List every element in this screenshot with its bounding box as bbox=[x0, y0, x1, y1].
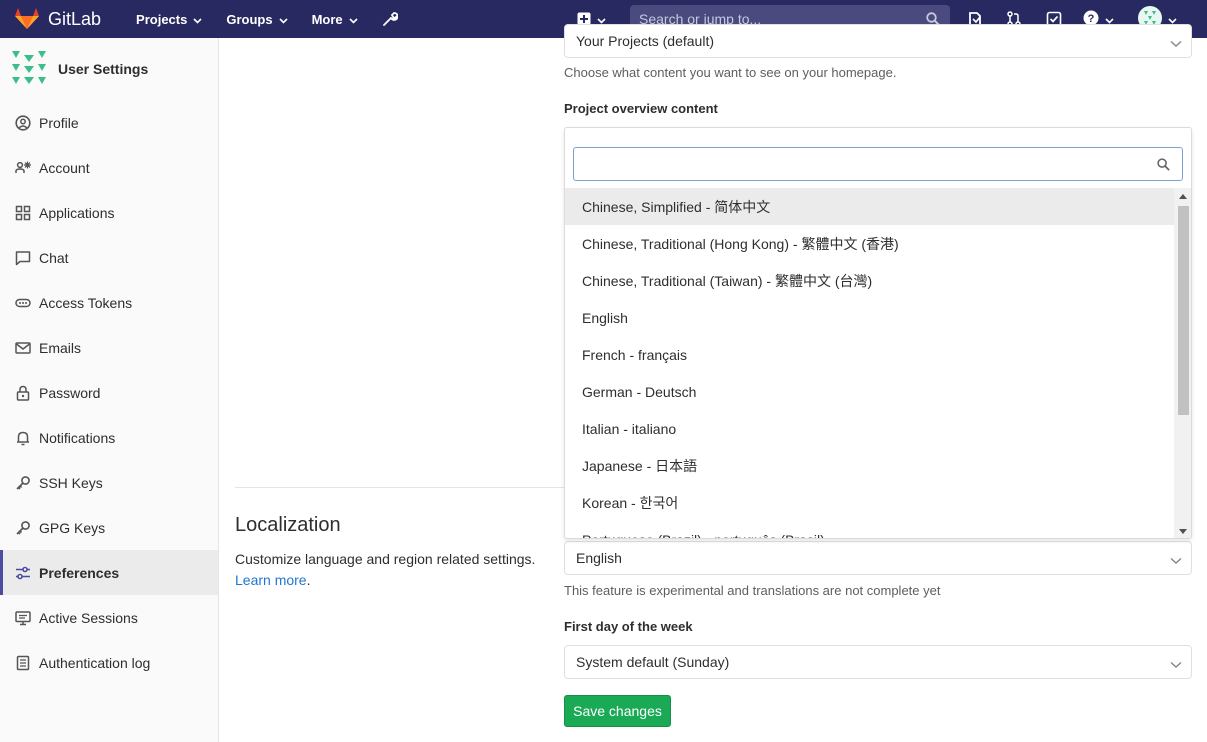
dropdown-options-list: Chinese, Simplified - 简体中文 Chinese, Trad… bbox=[565, 188, 1174, 539]
sidebar-title: User Settings bbox=[58, 61, 149, 77]
settings-sidebar: User Settings Profile Account Applicatio… bbox=[0, 38, 219, 742]
sidebar-item-label: Active Sessions bbox=[39, 609, 138, 626]
dropdown-scrollbar[interactable] bbox=[1174, 188, 1191, 538]
chevron-down-icon bbox=[193, 12, 202, 27]
sidebar-item-gpg-keys[interactable]: GPG Keys bbox=[0, 505, 218, 550]
chevron-down-icon bbox=[1170, 552, 1182, 568]
dropdown-option[interactable]: Korean - 한국어 bbox=[565, 484, 1174, 521]
sidebar-item-ssh-keys[interactable]: SSH Keys bbox=[0, 460, 218, 505]
sidebar-item-label: SSH Keys bbox=[39, 474, 103, 491]
sidebar-item-authentication-log[interactable]: Authentication log bbox=[0, 640, 218, 685]
sidebar-item-label: Emails bbox=[39, 339, 82, 356]
sidebar-item-label: Password bbox=[39, 384, 101, 401]
sidebar-item-label: Chat bbox=[39, 249, 69, 266]
sidebar-item-label: Authentication log bbox=[39, 654, 151, 671]
nav-projects-dropdown[interactable]: Projects bbox=[136, 0, 202, 38]
homepage-select[interactable]: Your Projects (default) bbox=[564, 24, 1192, 58]
search-icon bbox=[1157, 158, 1170, 174]
dropdown-option[interactable]: French - français bbox=[565, 336, 1174, 373]
user-settings-avatar-icon bbox=[10, 49, 48, 90]
bell-icon bbox=[15, 430, 31, 446]
sidebar-item-active-sessions[interactable]: Active Sessions bbox=[0, 595, 218, 640]
sidebar-item-label: Preferences bbox=[39, 564, 120, 581]
project-overview-label: Project overview content bbox=[564, 101, 718, 116]
nav-more-label: More bbox=[311, 11, 343, 27]
key-icon bbox=[15, 475, 31, 491]
sidebar-item-profile[interactable]: Profile bbox=[0, 100, 218, 145]
sidebar-item-account[interactable]: Account bbox=[0, 145, 218, 190]
scrollbar-thumb[interactable] bbox=[1178, 206, 1189, 415]
admin-wrench-icon[interactable] bbox=[382, 0, 398, 38]
nav-more-dropdown[interactable]: More bbox=[312, 0, 358, 38]
dropdown-option[interactable]: English bbox=[565, 299, 1174, 336]
token-icon bbox=[15, 295, 31, 311]
homepage-select-value: Your Projects (default) bbox=[576, 33, 714, 49]
gitlab-home-link[interactable]: GitLab bbox=[14, 0, 101, 38]
chevron-down-icon bbox=[1170, 35, 1182, 51]
sidebar-item-preferences[interactable]: Preferences bbox=[0, 550, 218, 595]
language-select[interactable]: English bbox=[564, 541, 1192, 575]
sidebar-item-label: Access Tokens bbox=[39, 294, 133, 311]
email-icon bbox=[15, 340, 31, 356]
dropdown-option[interactable]: Italian - italiano bbox=[565, 410, 1174, 447]
brand-name: GitLab bbox=[48, 8, 102, 29]
svg-text:?: ? bbox=[1088, 13, 1095, 25]
chevron-down-icon bbox=[279, 12, 288, 27]
first-day-label: First day of the week bbox=[564, 619, 693, 634]
sidebar-item-label: GPG Keys bbox=[39, 519, 106, 536]
sidebar-item-label: Notifications bbox=[39, 429, 116, 446]
sidebar-item-notifications[interactable]: Notifications bbox=[0, 415, 218, 460]
homepage-help-text: Choose what content you want to see on y… bbox=[564, 65, 897, 80]
account-icon bbox=[15, 160, 31, 176]
dropdown-option[interactable]: Japanese - 日本語 bbox=[565, 447, 1174, 484]
sidebar-item-emails[interactable]: Emails bbox=[0, 325, 218, 370]
dropdown-search-input[interactable] bbox=[573, 147, 1183, 181]
learn-more-link[interactable]: Learn more bbox=[235, 572, 307, 588]
sidebar-item-chat[interactable]: Chat bbox=[0, 235, 218, 280]
log-icon bbox=[15, 655, 31, 671]
sidebar-header[interactable]: User Settings bbox=[0, 38, 218, 100]
localization-description-text: Customize language and region related se… bbox=[235, 551, 536, 567]
project-overview-dropdown: Chinese, Simplified - 简体中文 Chinese, Trad… bbox=[564, 127, 1192, 539]
monitor-icon bbox=[15, 610, 31, 626]
nav-projects-label: Projects bbox=[136, 11, 188, 27]
language-select-value: English bbox=[576, 550, 622, 566]
first-day-select[interactable]: System default (Sunday) bbox=[564, 645, 1192, 679]
first-day-select-value: System default (Sunday) bbox=[576, 654, 730, 670]
profile-icon bbox=[15, 114, 31, 131]
dropdown-option[interactable]: Portuguese (Brazil) - português (Brasil) bbox=[565, 521, 1174, 539]
sidebar-item-access-tokens[interactable]: Access Tokens bbox=[0, 280, 218, 325]
section-divider bbox=[235, 487, 565, 488]
localization-description: Customize language and region related se… bbox=[235, 549, 555, 591]
sidebar-item-applications[interactable]: Applications bbox=[0, 190, 218, 235]
dropdown-option[interactable]: Chinese, Traditional (Hong Kong) - 繁體中文 … bbox=[565, 225, 1174, 262]
chevron-down-icon bbox=[349, 12, 358, 27]
gitlab-logo-icon bbox=[14, 6, 40, 33]
scroll-down-arrow-icon[interactable] bbox=[1179, 529, 1187, 534]
dropdown-option[interactable]: German - Deutsch bbox=[565, 373, 1174, 410]
sidebar-item-label: Applications bbox=[39, 204, 115, 221]
localization-title: Localization bbox=[235, 514, 341, 536]
key-icon bbox=[15, 520, 31, 536]
sidebar-item-label: Profile bbox=[39, 114, 79, 131]
chevron-down-icon bbox=[1170, 656, 1182, 672]
chat-icon bbox=[15, 250, 31, 266]
scroll-up-arrow-icon[interactable] bbox=[1179, 194, 1187, 199]
nav-groups-dropdown[interactable]: Groups bbox=[226, 0, 288, 38]
language-help-text: This feature is experimental and transla… bbox=[564, 583, 941, 598]
save-changes-button[interactable]: Save changes bbox=[564, 695, 671, 727]
sidebar-item-password[interactable]: Password bbox=[0, 370, 218, 415]
learn-more-period: . bbox=[306, 572, 311, 588]
nav-groups-label: Groups bbox=[226, 11, 273, 27]
dropdown-option[interactable]: Chinese, Simplified - 简体中文 bbox=[565, 188, 1174, 225]
lock-icon bbox=[15, 385, 31, 401]
sidebar-item-label: Account bbox=[39, 159, 90, 176]
applications-icon bbox=[15, 205, 31, 221]
preferences-icon bbox=[15, 565, 31, 581]
dropdown-option[interactable]: Chinese, Traditional (Taiwan) - 繁體中文 (台灣… bbox=[565, 262, 1174, 299]
